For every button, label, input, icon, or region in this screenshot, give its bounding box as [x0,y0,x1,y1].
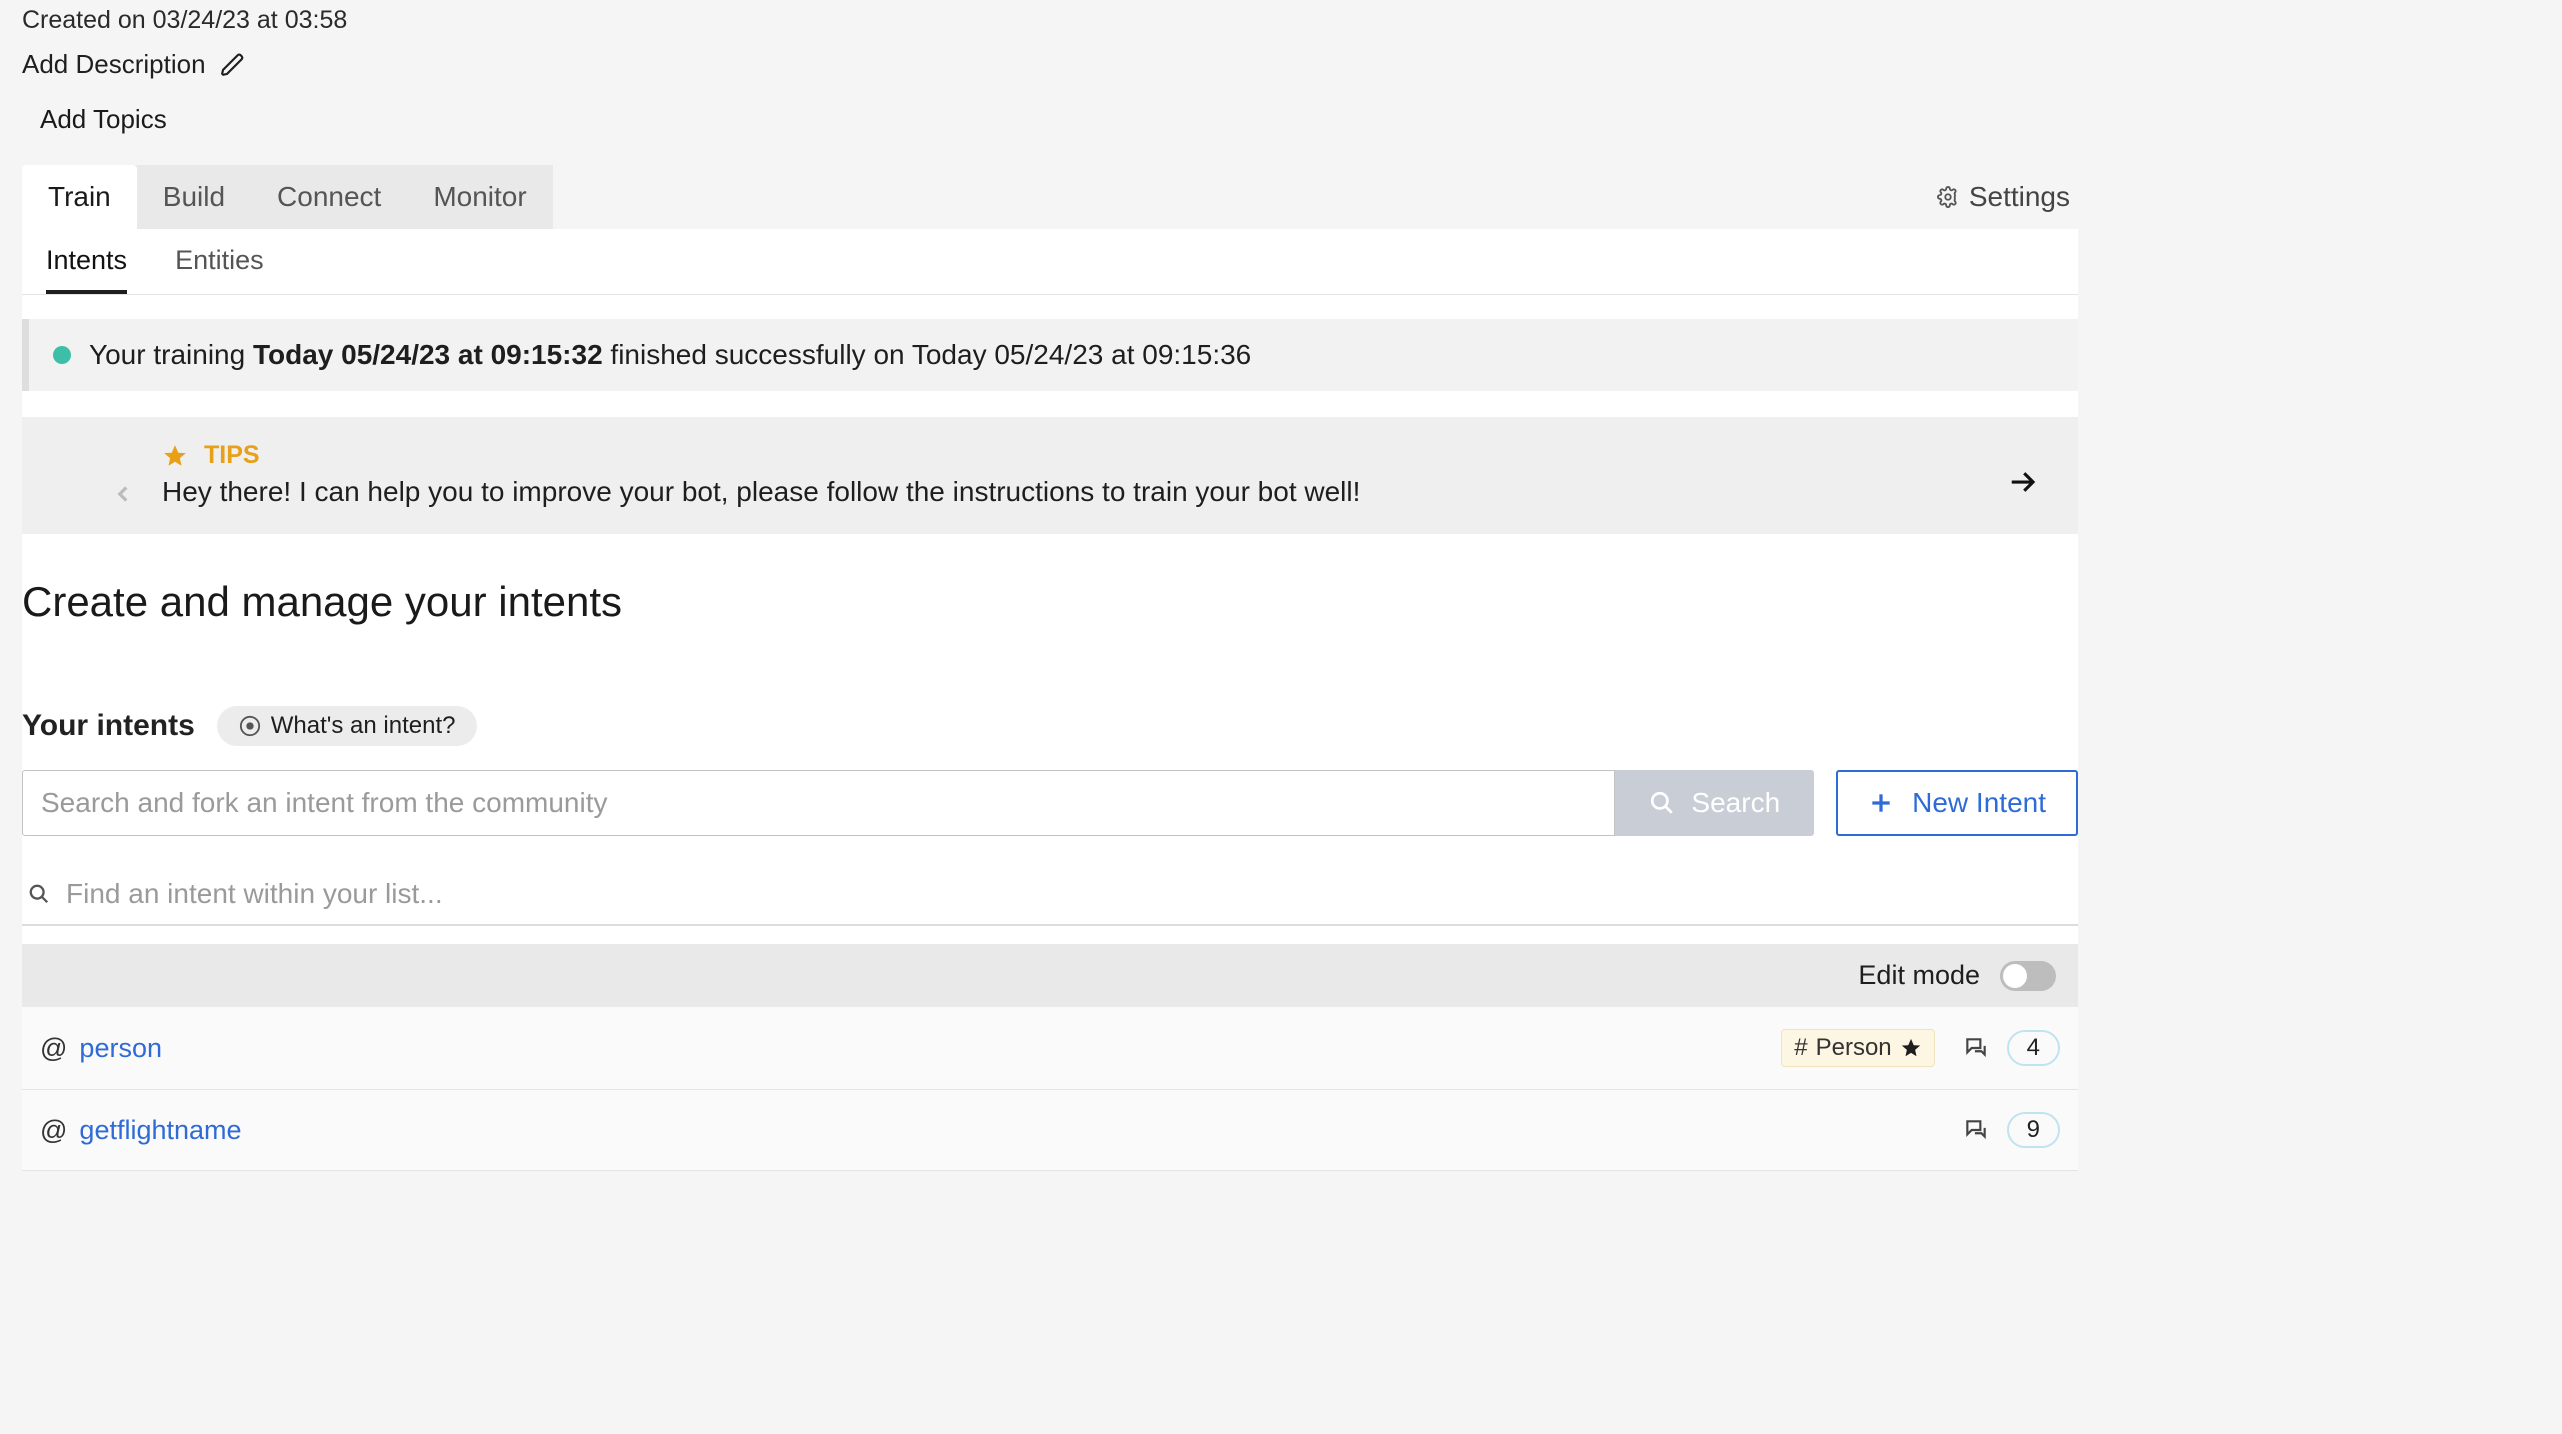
entity-chip[interactable]: # Person [1781,1029,1934,1067]
tips-text: Hey there! I can help you to improve you… [162,476,2038,508]
your-intents-header: Your intents What's an intent? [22,706,2078,746]
sub-tabs: Intents Entities [22,229,2078,295]
intent-row[interactable]: @ getflightname 9 [22,1090,2078,1171]
your-intents-label: Your intents [22,709,195,743]
primary-tabs: Train Build Connect Monitor Settings [22,165,2078,229]
expressions-icon [1963,1117,1989,1143]
settings-label: Settings [1969,181,2070,213]
training-status-banner: Your training Today 05/24/23 at 09:15:32… [22,319,2078,391]
expression-count: 9 [2007,1112,2060,1148]
intent-name-link[interactable]: getflightname [79,1115,241,1146]
tips-next-icon[interactable] [2008,467,2038,497]
search-row: Search New Intent [22,770,2078,836]
subtab-entities[interactable]: Entities [175,245,264,294]
created-on-text: Created on 03/24/23 at 03:58 [22,6,2078,35]
gear-icon [1937,186,1959,208]
intent-row[interactable]: @ person # Person 4 [22,1007,2078,1090]
add-description-link[interactable]: Add Description [22,49,206,80]
toggle-knob [2003,964,2027,988]
tab-build[interactable]: Build [137,165,251,229]
settings-link[interactable]: Settings [1937,165,2078,229]
hash-icon: # [1794,1034,1807,1062]
status-bold: Today 05/24/23 at 09:15:32 [253,339,603,370]
subtab-intents[interactable]: Intents [46,245,127,294]
star-icon [1900,1037,1922,1059]
tab-train[interactable]: Train [22,165,137,229]
expression-count: 4 [2007,1030,2060,1066]
edit-mode-toggle[interactable] [2000,961,2056,991]
star-icon [162,443,188,469]
community-search-input[interactable] [22,770,1615,836]
edit-mode-bar: Edit mode [22,944,2078,1007]
status-suffix: finished successfully on Today 05/24/23 … [603,339,1252,370]
tab-connect[interactable]: Connect [251,165,407,229]
whats-an-intent-help[interactable]: What's an intent? [217,706,478,746]
tips-banner: TIPS Hey there! I can help you to improv… [22,417,2078,534]
tips-heading: TIPS [162,441,2038,470]
intent-name-link[interactable]: person [79,1033,162,1064]
search-button-label: Search [1691,787,1780,819]
at-icon: @ [40,1115,67,1146]
whats-an-intent-label: What's an intent? [271,712,456,740]
search-icon [1649,790,1675,816]
search-icon [28,883,50,905]
content-card: Intents Entities Your training Today 05/… [22,229,2078,1171]
intent-filter-input[interactable] [66,878,2072,910]
new-intent-button[interactable]: New Intent [1836,770,2078,836]
search-button[interactable]: Search [1615,770,1814,836]
tips-prev-icon[interactable] [110,481,136,507]
help-circle-icon [239,715,261,737]
new-intent-label: New Intent [1912,787,2046,819]
edit-pencil-icon[interactable] [220,52,246,78]
status-prefix: Your training [89,339,253,370]
at-icon: @ [40,1033,67,1064]
intent-filter-row [22,864,2078,926]
edit-mode-label: Edit mode [1858,960,1980,991]
entity-chip-label: Person [1816,1034,1892,1062]
page-title: Create and manage your intents [22,578,2078,626]
plus-icon [1868,790,1894,816]
expressions-icon [1963,1035,1989,1061]
status-dot-icon [53,346,71,364]
add-topics-link[interactable]: Add Topics [40,104,2078,135]
tab-monitor[interactable]: Monitor [407,165,552,229]
training-status-text: Your training Today 05/24/23 at 09:15:32… [89,339,1251,371]
tips-heading-text: TIPS [204,441,260,470]
meta-area: Created on 03/24/23 at 03:58 Add Descrip… [22,0,2078,135]
